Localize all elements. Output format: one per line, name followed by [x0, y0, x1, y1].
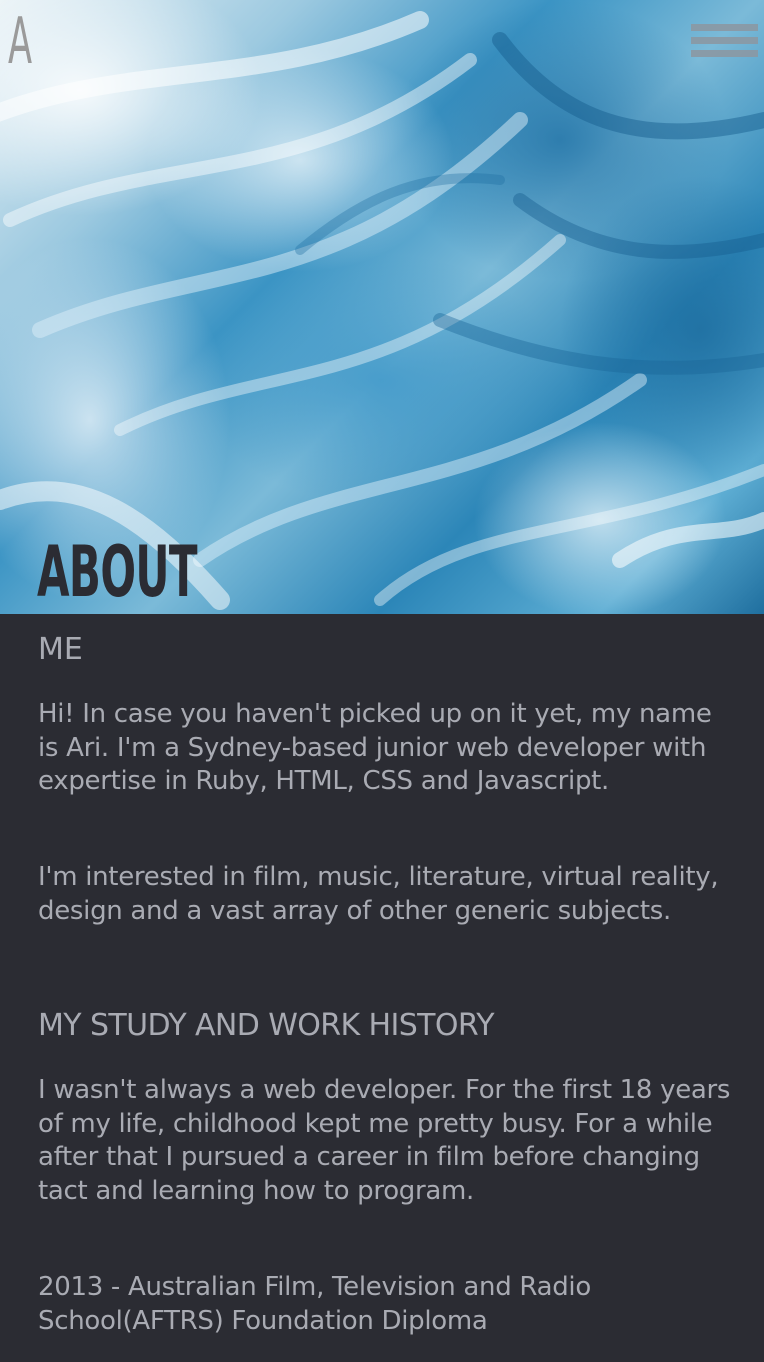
section-title-me: ME	[38, 632, 83, 667]
site-logo[interactable]: A	[8, 10, 32, 74]
paint-texture-image	[0, 11, 764, 610]
menu-bar	[691, 37, 758, 44]
hero-banner: A ABOUT	[0, 0, 764, 614]
history-paragraph: I wasn't always a web developer. For the…	[38, 1075, 731, 1206]
education-entry: 2013 - Australian Film, Television and R…	[38, 1272, 591, 1336]
menu-bar	[691, 50, 758, 57]
page-title: ABOUT	[37, 531, 198, 613]
hamburger-menu-icon[interactable]	[691, 24, 758, 58]
section-title-history: MY STUDY AND WORK HISTORY	[38, 1008, 495, 1043]
interests-paragraph: I'm interested in film, music, literatur…	[38, 862, 719, 926]
intro-paragraph: Hi! In case you haven't picked up on it …	[38, 699, 712, 796]
menu-bar	[691, 24, 758, 31]
